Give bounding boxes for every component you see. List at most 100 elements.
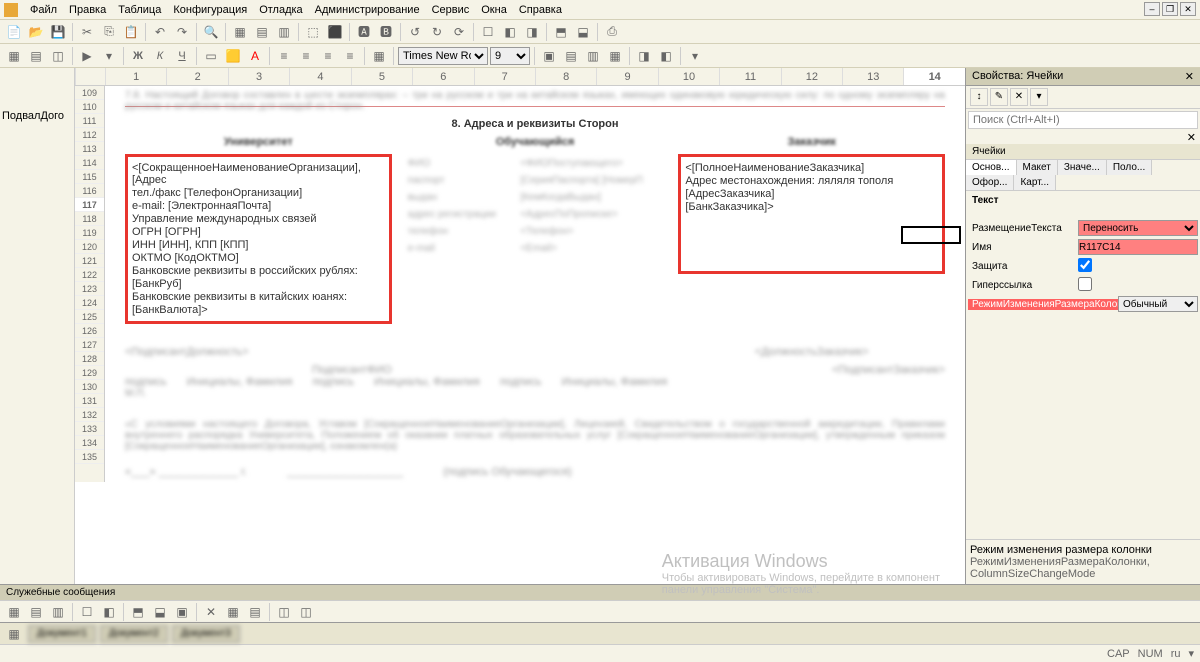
tab-layout[interactable]: Макет [1017, 160, 1058, 175]
row-120[interactable]: 120 [75, 240, 104, 254]
bt-icon-9[interactable]: ✕ [201, 602, 221, 622]
row-121[interactable]: 121 [75, 254, 104, 268]
bt-icon-4[interactable]: ☐ [77, 602, 97, 622]
cut-icon[interactable]: ✂ [77, 22, 97, 42]
tb-icon-13[interactable]: ◨ [522, 22, 542, 42]
panel-tbtn-2[interactable]: ✎ [990, 88, 1008, 106]
undo-icon[interactable]: ↶ [150, 22, 170, 42]
col-7[interactable]: 7 [474, 68, 535, 85]
search-clear-icon[interactable]: ✕ [1187, 132, 1196, 144]
bt-icon-3[interactable]: ▥ [48, 602, 68, 622]
menu-admin[interactable]: Администрирование [309, 4, 426, 16]
row-111[interactable]: 111 [75, 114, 104, 128]
row-119[interactable]: 119 [75, 226, 104, 240]
tb-icon-15[interactable]: ⬓ [573, 22, 593, 42]
row-123[interactable]: 123 [75, 282, 104, 296]
bgcolor-icon[interactable]: 🟨 [223, 46, 243, 66]
col-4[interactable]: 4 [289, 68, 350, 85]
tf-icon-2[interactable]: ▤ [26, 46, 46, 66]
bt-icon-7[interactable]: ⬓ [150, 602, 170, 622]
bt-icon-6[interactable]: ⬒ [128, 602, 148, 622]
panel-tbtn-1[interactable]: ↕ [970, 88, 988, 106]
col-3[interactable]: 3 [228, 68, 289, 85]
prop-link-checkbox[interactable] [1078, 277, 1092, 291]
panel-tbtn-4[interactable]: ▾ [1030, 88, 1048, 106]
row-132[interactable]: 132 [75, 408, 104, 422]
tf-icon-14[interactable]: ◨ [634, 46, 654, 66]
col-6[interactable]: 6 [412, 68, 473, 85]
col-1[interactable]: 1 [105, 68, 166, 85]
tb-icon-10[interactable]: ⟳ [449, 22, 469, 42]
tf-icon-4[interactable]: ▶ [77, 46, 97, 66]
col-10[interactable]: 10 [658, 68, 719, 85]
tb-icon-12[interactable]: ◧ [500, 22, 520, 42]
tab-picture[interactable]: Карт... [1014, 175, 1056, 190]
bt-icon-11[interactable]: ▤ [245, 602, 265, 622]
col-13[interactable]: 13 [842, 68, 903, 85]
align-justify-icon[interactable]: ≡ [340, 46, 360, 66]
tf-icon-1[interactable]: ▦ [4, 46, 24, 66]
col-5[interactable]: 5 [351, 68, 412, 85]
taskbar-tab-1[interactable]: Документ1 [28, 625, 96, 643]
size-select[interactable]: 9 [490, 47, 530, 65]
redo-icon[interactable]: ↷ [172, 22, 192, 42]
university-block[interactable]: <[СокращенноеНаименованиеОрганизации], [… [125, 154, 392, 324]
align-right-icon[interactable]: ≡ [318, 46, 338, 66]
messages-bar[interactable]: Служебные сообщения [0, 584, 1200, 600]
row-134[interactable]: 134 [75, 436, 104, 450]
row-131[interactable]: 131 [75, 394, 104, 408]
row-129[interactable]: 129 [75, 366, 104, 380]
tf-icon-11[interactable]: ▤ [561, 46, 581, 66]
row-113[interactable]: 113 [75, 142, 104, 156]
tb-icon-16[interactable]: ⎙ [602, 22, 622, 42]
row-128[interactable]: 128 [75, 352, 104, 366]
row-118[interactable]: 118 [75, 212, 104, 226]
tb-icon-3[interactable]: ▥ [274, 22, 294, 42]
row-115[interactable]: 115 [75, 170, 104, 184]
restore-button[interactable]: ❐ [1162, 2, 1178, 16]
row-122[interactable]: 122 [75, 268, 104, 282]
col-2[interactable]: 2 [166, 68, 227, 85]
bt-icon-12[interactable]: ◫ [274, 602, 294, 622]
italic-icon[interactable]: К [150, 46, 170, 66]
tb-icon-8[interactable]: ↺ [405, 22, 425, 42]
tab-position[interactable]: Поло... [1107, 160, 1152, 175]
tf-icon-16[interactable]: ▾ [685, 46, 705, 66]
tb-icon-9[interactable]: ↻ [427, 22, 447, 42]
tb-icon-7[interactable]: 🅱 [376, 22, 396, 42]
tab-main[interactable]: Основ... [966, 160, 1017, 175]
row-127[interactable]: 127 [75, 338, 104, 352]
font-select[interactable]: Times New Roman [398, 47, 488, 65]
tf-icon-5[interactable]: ▾ [99, 46, 119, 66]
row-112[interactable]: 112 [75, 128, 104, 142]
save-icon[interactable]: 💾 [48, 22, 68, 42]
align-center-icon[interactable]: ≡ [296, 46, 316, 66]
tb-icon-11[interactable]: ☐ [478, 22, 498, 42]
tb-icon-6[interactable]: 🅰 [354, 22, 374, 42]
textcolor-icon[interactable]: A [245, 46, 265, 66]
tf-icon-3[interactable]: ◫ [48, 46, 68, 66]
open-icon[interactable]: 📂 [26, 22, 46, 42]
page-content[interactable]: 7.8. Настоящий Договор составлен в шести… [105, 86, 965, 482]
panel-search-input[interactable] [968, 111, 1198, 129]
row-114[interactable]: 114 [75, 156, 104, 170]
prop-mode-select[interactable]: Обычный [1118, 296, 1198, 312]
taskbar-tab-3[interactable]: Документ3 [172, 625, 240, 643]
row-117[interactable]: 117 [75, 198, 104, 212]
find-icon[interactable]: 🔍 [201, 22, 221, 42]
row-125[interactable]: 125 [75, 310, 104, 324]
taskbar-tab-2[interactable]: Документ2 [100, 625, 168, 643]
menu-file[interactable]: Файл [24, 4, 63, 16]
bold-icon[interactable]: Ж [128, 46, 148, 66]
tf-icon-12[interactable]: ▥ [583, 46, 603, 66]
bt-icon-13[interactable]: ◫ [296, 602, 316, 622]
bt-icon-10[interactable]: ▦ [223, 602, 243, 622]
col-11[interactable]: 11 [719, 68, 780, 85]
bt-icon-8[interactable]: ▣ [172, 602, 192, 622]
border-icon[interactable]: ▭ [201, 46, 221, 66]
prop-placement-select[interactable]: Переносить [1078, 220, 1198, 236]
menu-debug[interactable]: Отладка [253, 4, 308, 16]
prop-name-input[interactable] [1078, 239, 1198, 255]
tb-icon-5[interactable]: ⬛ [325, 22, 345, 42]
paste-icon[interactable]: 📋 [121, 22, 141, 42]
